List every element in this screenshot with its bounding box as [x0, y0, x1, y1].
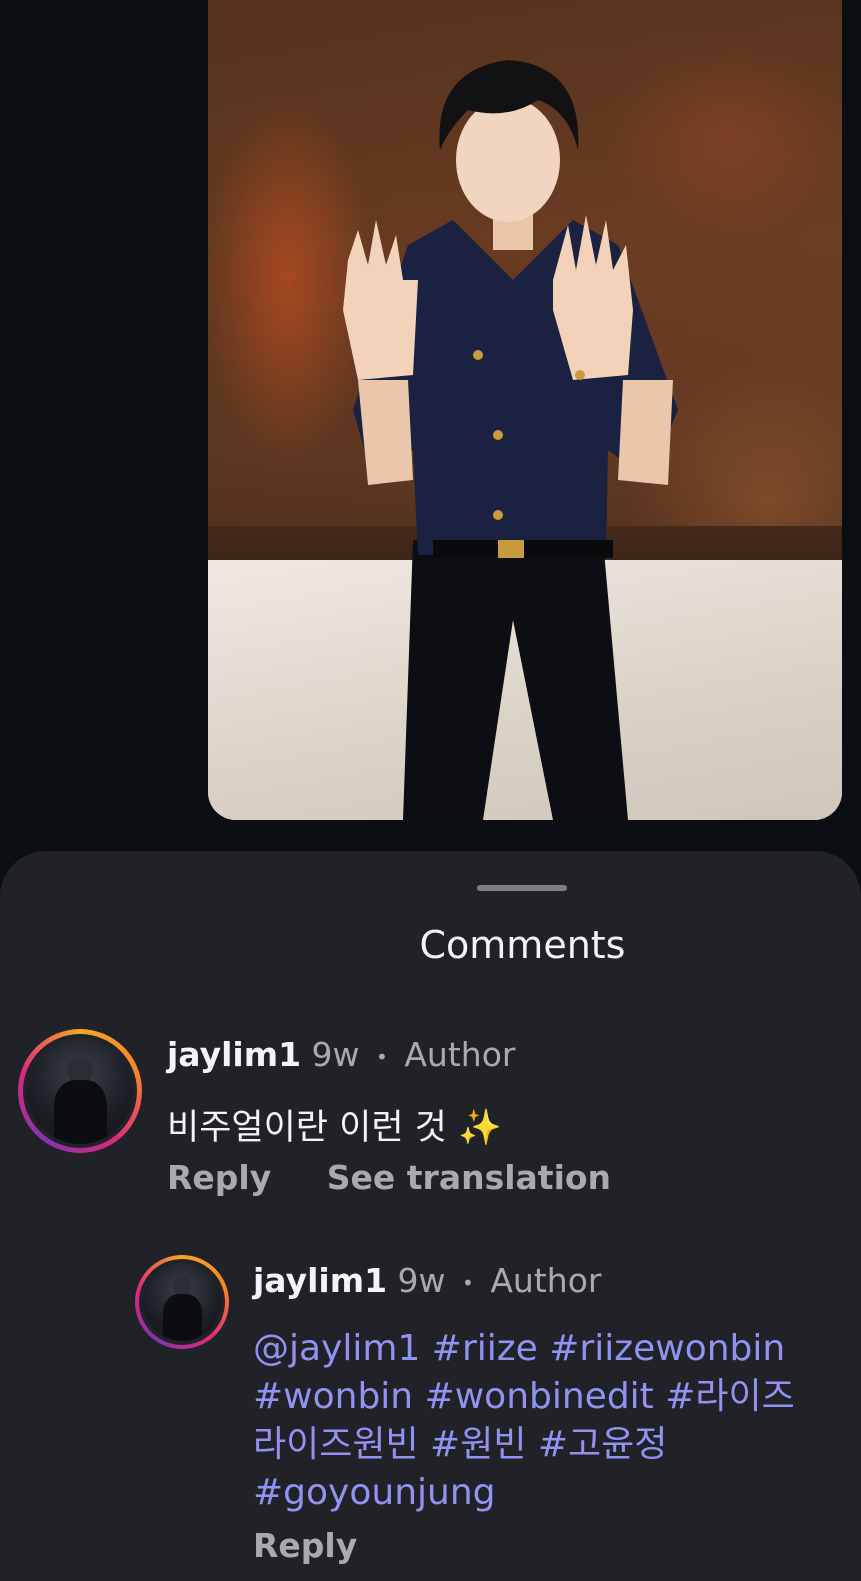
- comment-actions: Reply See translation: [167, 1158, 611, 1197]
- hashtag-line[interactable]: @jaylim1 #riize #riizewonbin: [253, 1325, 853, 1373]
- avatar[interactable]: [18, 1029, 142, 1153]
- comment-time: 9w: [397, 1261, 446, 1300]
- separator-dot: •: [376, 1044, 388, 1069]
- username[interactable]: jaylim1: [167, 1035, 301, 1074]
- post-photo[interactable]: [208, 0, 842, 820]
- hashtag-line[interactable]: #goyounjung: [253, 1469, 853, 1517]
- reply-button[interactable]: Reply: [167, 1158, 271, 1197]
- hashtag-line[interactable]: #wonbin #wonbinedit #라이즈: [253, 1373, 853, 1421]
- comment-time: 9w: [311, 1035, 360, 1074]
- comment-header: jaylim1 9w • Author: [167, 1035, 515, 1074]
- hashtag-line[interactable]: 라이즈원빈 #원빈 #고윤정: [253, 1421, 853, 1469]
- username[interactable]: jaylim1: [253, 1261, 387, 1300]
- reply-button[interactable]: Reply: [253, 1526, 357, 1565]
- comment-actions: Reply: [253, 1526, 357, 1565]
- avatar-gap: [23, 1034, 137, 1148]
- sheet-title: Comments: [419, 923, 626, 967]
- avatar-image: [27, 1038, 133, 1144]
- avatar-gap: [139, 1259, 225, 1345]
- separator-dot: •: [462, 1270, 474, 1295]
- see-translation-button[interactable]: See translation: [327, 1158, 611, 1197]
- avatar-image: [143, 1263, 221, 1341]
- author-badge: Author: [404, 1035, 516, 1074]
- person-figure: [343, 60, 678, 820]
- drag-handle[interactable]: [477, 885, 567, 891]
- avatar[interactable]: [135, 1255, 229, 1349]
- comment-hashtags: @jaylim1 #riize #riizewonbin #wonbin #wo…: [253, 1325, 853, 1517]
- comments-sheet: Comments jaylim1 9w • Author 비주얼이란 이런 것 …: [0, 851, 861, 1581]
- comment-header: jaylim1 9w • Author: [253, 1261, 601, 1300]
- post-viewer: Comments jaylim1 9w • Author 비주얼이란 이런 것 …: [0, 0, 861, 1581]
- comment-text: 비주얼이란 이런 것 ✨: [167, 1108, 502, 1148]
- author-badge: Author: [490, 1261, 602, 1300]
